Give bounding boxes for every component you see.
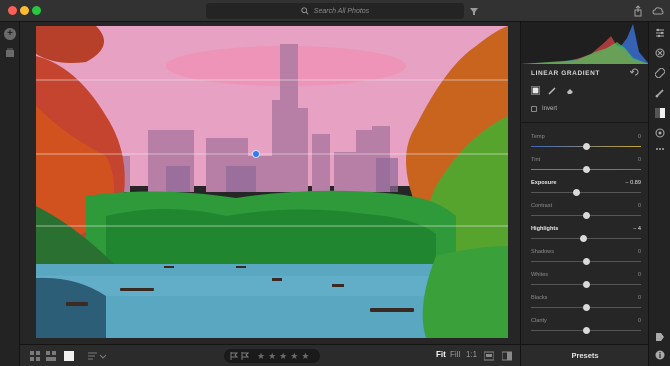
left-rail: + <box>0 22 20 366</box>
linear-gradient-icon[interactable] <box>655 108 665 118</box>
flag-pick-icon[interactable] <box>230 352 238 360</box>
slider-label: Temp <box>531 134 545 140</box>
slider-value[interactable]: 0 <box>638 134 641 140</box>
invert-checkbox[interactable] <box>531 106 537 112</box>
slider-value[interactable]: 0 <box>638 249 641 255</box>
star-5-icon[interactable]: ★ <box>301 349 309 363</box>
filter-icon[interactable] <box>468 5 480 17</box>
slider-value[interactable]: 0 <box>638 318 641 324</box>
slider-value[interactable]: 0 <box>638 295 641 301</box>
star-2-icon[interactable]: ★ <box>268 349 276 363</box>
slider-blacks[interactable]: Blacks 0 <box>531 295 641 315</box>
slider-knob[interactable] <box>572 189 580 196</box>
search-input[interactable]: Search All Photos <box>206 3 464 19</box>
right-rail <box>648 22 670 366</box>
add-photos-icon[interactable]: + <box>4 28 16 40</box>
mask-tools <box>531 86 574 95</box>
slider-knob[interactable] <box>582 258 590 265</box>
more-icon[interactable] <box>655 144 665 154</box>
radial-gradient-icon[interactable] <box>655 128 665 138</box>
presets-button[interactable]: Presets <box>521 344 649 366</box>
slider-knob[interactable] <box>582 143 590 150</box>
invert-option[interactable]: Invert <box>531 106 557 112</box>
bottom-toolbar: ★ ★ ★ ★ ★ Fit Fill 1:1 <box>20 344 520 366</box>
slider-label: Blacks <box>531 295 548 301</box>
brush-icon[interactable] <box>655 88 665 98</box>
reset-icon[interactable] <box>630 68 640 76</box>
slider-tint[interactable]: Tint 0 <box>531 157 641 177</box>
panel-divider <box>521 122 649 123</box>
slider-label: Highlights <box>531 226 559 232</box>
slider-knob[interactable] <box>582 304 590 311</box>
library-icon[interactable] <box>5 48 15 58</box>
healing-icon[interactable] <box>655 68 665 78</box>
slider-knob[interactable] <box>582 166 590 173</box>
slider-whites[interactable]: Whites 0 <box>531 272 641 292</box>
slider-label: Whites <box>531 272 549 278</box>
photo-canvas[interactable] <box>20 22 520 344</box>
slider-track[interactable] <box>531 192 641 193</box>
minimize-window-button[interactable] <box>20 6 29 15</box>
slider-value[interactable]: − 4 <box>633 226 641 232</box>
slider-label: Clarity <box>531 318 547 324</box>
sort-icon[interactable] <box>88 351 108 361</box>
slider-knob[interactable] <box>582 281 590 288</box>
eraser-tool-icon[interactable] <box>565 86 574 95</box>
slider-value[interactable]: 0 <box>638 203 641 209</box>
slider-knob[interactable] <box>580 235 588 242</box>
search-placeholder: Search All Photos <box>313 7 370 15</box>
gradient-tool-icon[interactable] <box>531 86 540 95</box>
zoom-window-button[interactable] <box>32 6 41 15</box>
tag-icon[interactable] <box>655 332 665 342</box>
search-icon <box>301 7 309 15</box>
slider-contrast[interactable]: Contrast 0 <box>531 203 641 223</box>
star-3-icon[interactable]: ★ <box>279 349 287 363</box>
slider-highlights[interactable]: Highlights − 4 <box>531 226 641 246</box>
close-window-button[interactable] <box>8 6 17 15</box>
flag-reject-icon[interactable] <box>241 352 249 360</box>
slider-knob[interactable] <box>582 327 590 334</box>
before-after-icon[interactable] <box>502 351 512 361</box>
edit-panel: LINEAR GRADIENT Invert Temp 0 Tint 0 Exposur… <box>520 22 649 366</box>
slider-temp[interactable]: Temp 0 <box>531 134 641 154</box>
slider-value[interactable]: − 0.89 <box>625 180 641 186</box>
slider-label: Shadows <box>531 249 555 255</box>
title-bar: Search All Photos <box>0 0 670 22</box>
invert-label: Invert <box>542 106 558 112</box>
single-view-icon[interactable] <box>64 351 74 361</box>
grid-small-icon[interactable] <box>30 351 40 361</box>
slider-shadows[interactable]: Shadows 0 <box>531 249 641 269</box>
info-icon[interactable] <box>655 350 665 360</box>
slider-value[interactable]: 0 <box>638 272 641 278</box>
cloud-icon[interactable] <box>652 5 664 17</box>
zoom-1to1-button[interactable]: 1:1 <box>466 350 477 359</box>
brush-tool-icon[interactable] <box>548 86 557 95</box>
slider-label: Tint <box>531 157 541 163</box>
rating-bar[interactable]: ★ ★ ★ ★ ★ <box>224 349 320 363</box>
slider-label: Exposure <box>531 180 557 186</box>
gradient-pin[interactable] <box>252 150 260 158</box>
share-icon[interactable] <box>632 5 644 17</box>
slider-value[interactable]: 0 <box>638 157 641 163</box>
zoom-fit-button[interactable]: Fit <box>436 350 446 359</box>
star-4-icon[interactable]: ★ <box>290 349 298 363</box>
slider-knob[interactable] <box>582 212 590 219</box>
slider-label: Contrast <box>531 203 553 209</box>
crop-icon[interactable] <box>655 48 665 58</box>
histogram <box>521 22 649 64</box>
photo-image[interactable] <box>36 26 508 338</box>
panel-title: LINEAR GRADIENT <box>531 70 600 77</box>
star-1-icon[interactable]: ★ <box>257 349 265 363</box>
slider-exposure[interactable]: Exposure − 0.89 <box>531 180 641 200</box>
zoom-fill-button[interactable]: Fill <box>450 350 460 359</box>
sliders-icon[interactable] <box>655 28 665 38</box>
compare-icon[interactable] <box>484 351 494 361</box>
slider-clarity[interactable]: Clarity 0 <box>531 318 641 338</box>
grid-large-icon[interactable] <box>46 351 56 361</box>
